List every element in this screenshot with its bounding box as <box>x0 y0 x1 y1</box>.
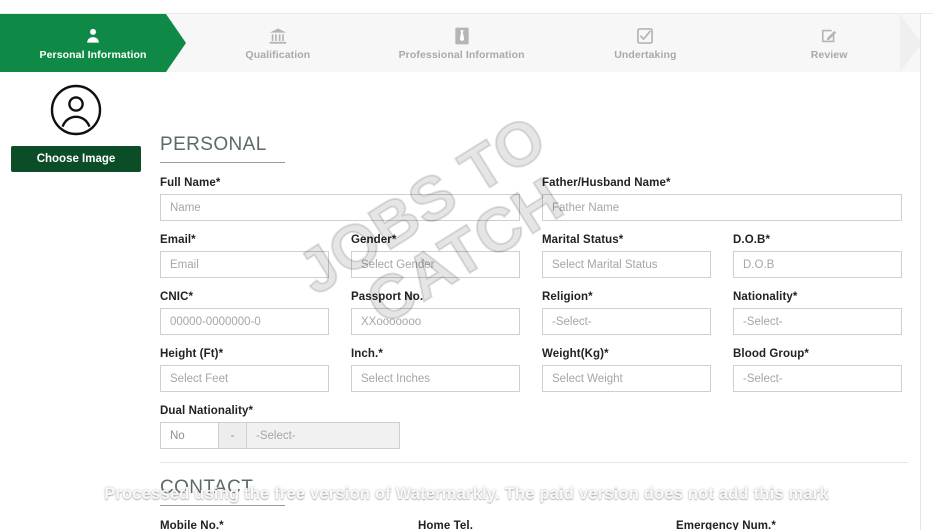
field-weight: Weight(Kg)* <box>542 348 711 392</box>
religion-select[interactable] <box>542 308 711 335</box>
field-label: Home Tel. <box>418 520 474 530</box>
form-row-height-weight: Height (Ft)* Inch.* Weight(Kg)* Blood Gr… <box>160 348 908 392</box>
field-label: Height (Ft)* <box>160 348 224 360</box>
form-card: Personal Information Qualification Profe… <box>0 14 921 530</box>
pencil-edit-icon <box>818 25 840 47</box>
section-divider <box>160 162 285 163</box>
field-email: Email* <box>160 234 329 278</box>
field-mobile-no: Mobile No.* <box>160 520 396 530</box>
field-label: Full Name* <box>160 177 221 189</box>
application-root: Personal Information Qualification Profe… <box>0 0 933 530</box>
field-label: Email* <box>160 234 196 246</box>
field-label: Passport No. <box>351 291 424 303</box>
full-name-input[interactable] <box>160 194 520 221</box>
wizard-step-qualification[interactable]: Qualification <box>186 14 370 72</box>
field-label: Father/Husband Name* <box>542 177 671 189</box>
wizard-step-professional-information[interactable]: Professional Information <box>370 14 554 72</box>
field-label: Mobile No.* <box>160 520 224 530</box>
wizard-step-label: Personal Information <box>39 49 147 61</box>
user-icon <box>82 25 104 47</box>
field-height-feet: Height (Ft)* <box>160 348 329 392</box>
field-label: Gender* <box>351 234 397 246</box>
gender-select[interactable] <box>351 251 520 278</box>
wizard-step-label: Review <box>810 49 848 61</box>
field-emergency-num: Emergency Num.* <box>676 520 912 530</box>
checkbox-checked-icon <box>634 25 656 47</box>
photo-upload-panel: Choose Image <box>0 84 152 172</box>
field-label: Marital Status* <box>542 234 624 246</box>
field-religion: Religion* <box>542 291 711 335</box>
field-cnic: CNIC* <box>160 291 329 335</box>
wizard-step-nav: Personal Information Qualification Profe… <box>0 14 920 72</box>
form-body: Choose Image PERSONAL Full Name* Father/… <box>0 72 920 530</box>
form-row-name: Full Name* Father/Husband Name* <box>160 177 908 221</box>
personal-section-title: PERSONAL <box>160 134 267 155</box>
wizard-step-label: Undertaking <box>614 49 677 61</box>
wizard-step-personal-information[interactable]: Personal Information <box>0 14 186 72</box>
nationality-select[interactable] <box>733 308 902 335</box>
form-row-dual-nationality: Dual Nationality* No - -Select- <box>160 405 908 449</box>
field-label: D.O.B* <box>733 234 771 246</box>
email-input[interactable] <box>160 251 329 278</box>
passport-no-input[interactable] <box>351 308 520 335</box>
wizard-step-label: Professional Information <box>398 49 525 61</box>
field-passport-no: Passport No. <box>351 291 520 335</box>
field-label: Emergency Num.* <box>676 520 776 530</box>
field-father-husband-name: Father/Husband Name* <box>542 177 902 221</box>
wizard-step-label: Qualification <box>245 49 311 61</box>
field-date-of-birth: D.O.B* <box>733 234 902 278</box>
weight-select[interactable] <box>542 365 711 392</box>
height-feet-select[interactable] <box>160 365 329 392</box>
form-row-email-gender: Email* Gender* Marital Status* D.O.B* <box>160 234 908 278</box>
field-dual-nationality: Dual Nationality* No - -Select- <box>160 405 400 449</box>
field-home-tel: Home Tel. <box>418 520 654 530</box>
field-label: Religion* <box>542 291 593 303</box>
dual-nationality-separator: - <box>219 423 247 448</box>
cnic-input[interactable] <box>160 308 329 335</box>
dual-nationality-group: No - -Select- <box>160 422 400 449</box>
field-nationality: Nationality* <box>733 291 902 335</box>
dual-nationality-toggle[interactable]: No <box>161 423 219 448</box>
section-separator <box>160 462 908 463</box>
user-circle-icon <box>50 84 102 136</box>
contact-section-title: CONTACT <box>160 477 254 498</box>
height-inches-select[interactable] <box>351 365 520 392</box>
date-of-birth-input[interactable] <box>733 251 902 278</box>
form-row-cnic-passport: CNIC* Passport No. Religion* Nationality… <box>160 291 908 335</box>
necktie-icon <box>451 25 473 47</box>
dual-nationality-country-select[interactable]: -Select- <box>247 423 399 448</box>
field-label: Inch.* <box>351 348 383 360</box>
form-fields-column: PERSONAL Full Name* Father/Husband Name* <box>160 72 908 530</box>
section-divider <box>160 505 285 506</box>
field-blood-group: Blood Group* <box>733 348 902 392</box>
wizard-step-review[interactable]: Review <box>737 14 920 72</box>
top-strip <box>0 0 933 14</box>
bank-building-icon <box>267 25 289 47</box>
field-marital-status: Marital Status* <box>542 234 711 278</box>
choose-image-button[interactable]: Choose Image <box>11 146 141 172</box>
form-row-phones: Mobile No.* Home Tel. Emergency Num.* <box>160 520 908 530</box>
field-label: Dual Nationality* <box>160 405 254 417</box>
marital-status-select[interactable] <box>542 251 711 278</box>
father-husband-name-input[interactable] <box>542 194 902 221</box>
field-gender: Gender* <box>351 234 520 278</box>
field-full-name: Full Name* <box>160 177 520 221</box>
field-height-inches: Inch.* <box>351 348 520 392</box>
field-label: CNIC* <box>160 291 194 303</box>
field-label: Nationality* <box>733 291 798 303</box>
blood-group-select[interactable] <box>733 365 902 392</box>
field-label: Weight(Kg)* <box>542 348 609 360</box>
wizard-step-undertaking[interactable]: Undertaking <box>554 14 738 72</box>
field-label: Blood Group* <box>733 348 809 360</box>
